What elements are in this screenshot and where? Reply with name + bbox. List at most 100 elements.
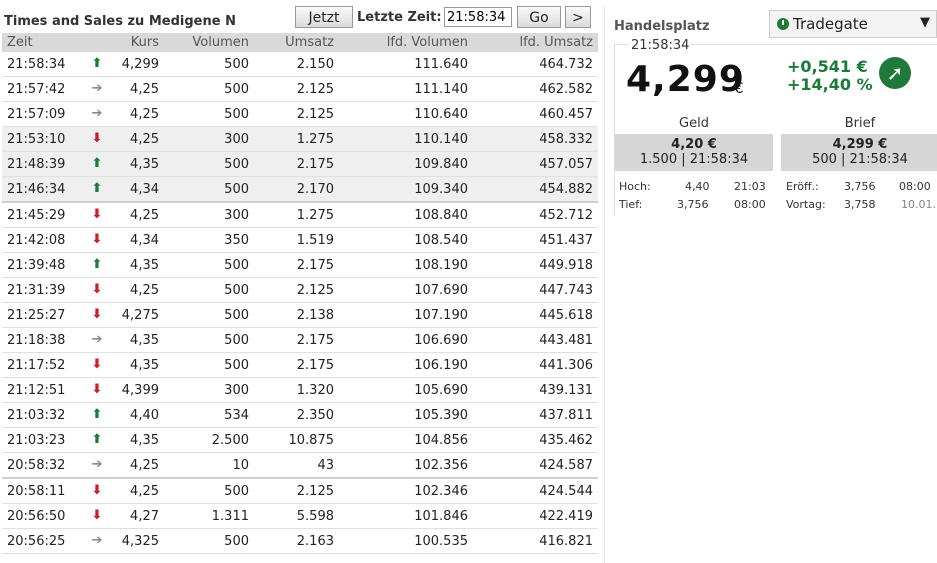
trades-table: Zeit Kurs Volumen Umsatz lfd. Volumen lf… xyxy=(2,33,598,554)
cell-lfd-volumen: 111.140 xyxy=(339,76,473,102)
cell-kurs: ⬆ 4,40 xyxy=(74,402,164,428)
brief-detail: 500 | 21:58:34 xyxy=(812,152,908,167)
cell-kurs: ➔ 4,325 xyxy=(74,528,164,554)
cell-lfd-volumen: 104.856 xyxy=(339,427,473,453)
cell-lfd-volumen: 105.390 xyxy=(339,402,473,428)
panel-divider xyxy=(604,6,605,563)
cell-kurs: ⬇ 4,25 xyxy=(74,201,164,228)
go-button[interactable]: Go xyxy=(517,6,561,28)
arrow-down-icon: ⬇ xyxy=(91,508,103,523)
kurs-value: 4,25 xyxy=(130,131,159,147)
col-umsatz[interactable]: Umsatz xyxy=(254,33,339,52)
cell-lfd-umsatz: 439.131 xyxy=(473,377,598,403)
geld-label: Geld xyxy=(679,116,709,131)
arrow-up-icon: ⬆ xyxy=(91,407,103,422)
hoch-time: 21:03 xyxy=(734,180,766,193)
quote-box: 21:58:34 4,299 € +0,541 € +14,40 % ➚ Gel… xyxy=(614,38,937,215)
kurs-value: 4,35 xyxy=(130,156,159,172)
cell-zeit: 21:25:27 xyxy=(2,302,74,328)
kurs-value: 4,299 xyxy=(121,56,159,72)
vortag-label: Vortag: xyxy=(786,198,826,211)
cell-kurs: ⬆ 4,35 xyxy=(74,252,164,278)
cell-lfd-volumen: 107.190 xyxy=(339,302,473,328)
cell-umsatz: 1.320 xyxy=(254,377,339,403)
eroeff-time: 08:00 xyxy=(899,180,931,193)
price-change: +0,541 € +14,40 % xyxy=(787,58,873,94)
kurs-value: 4,25 xyxy=(130,106,159,122)
cell-lfd-volumen: 109.340 xyxy=(339,176,473,203)
arrow-down-icon: ⬇ xyxy=(91,232,103,247)
panel-title: Times and Sales zu Medigene N xyxy=(4,14,236,29)
exchange-select[interactable]: Tradegate ▼ xyxy=(769,10,937,38)
tief-label: Tief: xyxy=(619,198,643,211)
cell-volumen: 500 xyxy=(164,477,254,504)
arrow-up-icon: ⬆ xyxy=(91,257,103,272)
col-volumen[interactable]: Volumen xyxy=(164,33,254,52)
col-kurs[interactable]: Kurs xyxy=(74,33,164,52)
kurs-value: 4,25 xyxy=(130,457,159,473)
cell-zeit: 21:53:10 xyxy=(2,126,74,152)
cell-lfd-umsatz: 441.306 xyxy=(473,352,598,378)
kurs-value: 4,25 xyxy=(130,483,159,499)
vortag-date: 10.01. xyxy=(901,198,936,211)
arrow-right-icon: ➔ xyxy=(91,332,103,347)
cell-zeit: 20:56:50 xyxy=(2,503,74,529)
brief-price: 4,299 € xyxy=(832,137,888,152)
cell-zeit: 21:12:51 xyxy=(2,377,74,403)
arrow-down-icon: ⬇ xyxy=(91,207,103,222)
arrow-up-icon: ⬆ xyxy=(91,181,103,196)
cell-lfd-volumen: 108.540 xyxy=(339,227,473,253)
col-zeit[interactable]: Zeit xyxy=(2,33,74,52)
chevron-down-icon: ▼ xyxy=(920,15,930,30)
cell-kurs: ➔ 4,25 xyxy=(74,101,164,127)
cell-zeit: 21:57:42 xyxy=(2,76,74,102)
change-absolute: +0,541 € xyxy=(787,57,868,76)
col-lfd-umsatz[interactable]: lfd. Umsatz xyxy=(473,33,598,52)
table-row: 21:53:10 ⬇ 4,25 300 1.275 110.140 458.332 xyxy=(2,126,598,152)
table-row: 21:03:23 ⬆ 4,35 2.500 10.875 104.856 435.462 xyxy=(2,427,598,453)
cell-lfd-umsatz: 422.419 xyxy=(473,503,598,529)
arrow-down-icon: ⬇ xyxy=(91,382,103,397)
times-and-sales-panel: Times and Sales zu Medigene N Jetzt Letz… xyxy=(2,6,598,554)
kurs-value: 4,35 xyxy=(130,432,159,448)
kurs-value: 4,275 xyxy=(121,307,159,323)
handelsplatz-label: Handelsplatz xyxy=(614,19,710,34)
cell-volumen: 500 xyxy=(164,302,254,328)
cell-kurs: ➔ 4,25 xyxy=(74,76,164,102)
cell-kurs: ⬆ 4,35 xyxy=(74,151,164,177)
cell-zeit: 21:39:48 xyxy=(2,252,74,278)
cell-lfd-volumen: 100.535 xyxy=(339,528,473,554)
cell-zeit: 21:17:52 xyxy=(2,352,74,378)
cell-zeit: 20:58:11 xyxy=(2,477,74,504)
cell-kurs: ➔ 4,35 xyxy=(74,327,164,353)
time-input[interactable] xyxy=(444,7,512,27)
cell-lfd-volumen: 110.140 xyxy=(339,126,473,152)
geld-box: 4,20 € 1.500 | 21:58:34 xyxy=(615,134,773,171)
cell-umsatz: 43 xyxy=(254,452,339,479)
arrow-right-icon: ➔ xyxy=(91,457,103,472)
table-row: 20:56:50 ⬇ 4,27 1.311 5.598 101.846 422.419 xyxy=(2,503,598,529)
cell-zeit: 21:58:34 xyxy=(2,52,74,77)
kurs-value: 4,25 xyxy=(130,282,159,298)
arrow-right-icon: ➔ xyxy=(91,81,103,96)
cell-kurs: ⬇ 4,25 xyxy=(74,277,164,303)
cell-lfd-umsatz: 449.918 xyxy=(473,252,598,278)
toolbar: Times and Sales zu Medigene N Jetzt Letz… xyxy=(2,6,598,32)
quote-panel: Handelsplatz Tradegate ▼ 21:58:34 4,299 … xyxy=(607,6,937,563)
cell-kurs: ⬇ 4,25 xyxy=(74,126,164,152)
geld-price: 4,20 € xyxy=(671,137,717,152)
cell-lfd-volumen: 102.356 xyxy=(339,452,473,479)
cell-volumen: 500 xyxy=(164,52,254,77)
next-button[interactable]: > xyxy=(565,6,591,28)
col-lfd-volumen[interactable]: lfd. Volumen xyxy=(339,33,473,52)
cell-lfd-umsatz: 452.712 xyxy=(473,201,598,228)
jetzt-button[interactable]: Jetzt xyxy=(295,6,353,28)
geld-detail: 1.500 | 21:58:34 xyxy=(639,152,749,167)
cell-umsatz: 1.519 xyxy=(254,227,339,253)
hoch-label: Hoch: xyxy=(619,180,651,193)
cell-lfd-volumen: 105.690 xyxy=(339,377,473,403)
cell-zeit: 21:03:23 xyxy=(2,427,74,453)
cell-umsatz: 2.125 xyxy=(254,277,339,303)
cell-lfd-umsatz: 424.587 xyxy=(473,452,598,479)
cell-volumen: 300 xyxy=(164,377,254,403)
